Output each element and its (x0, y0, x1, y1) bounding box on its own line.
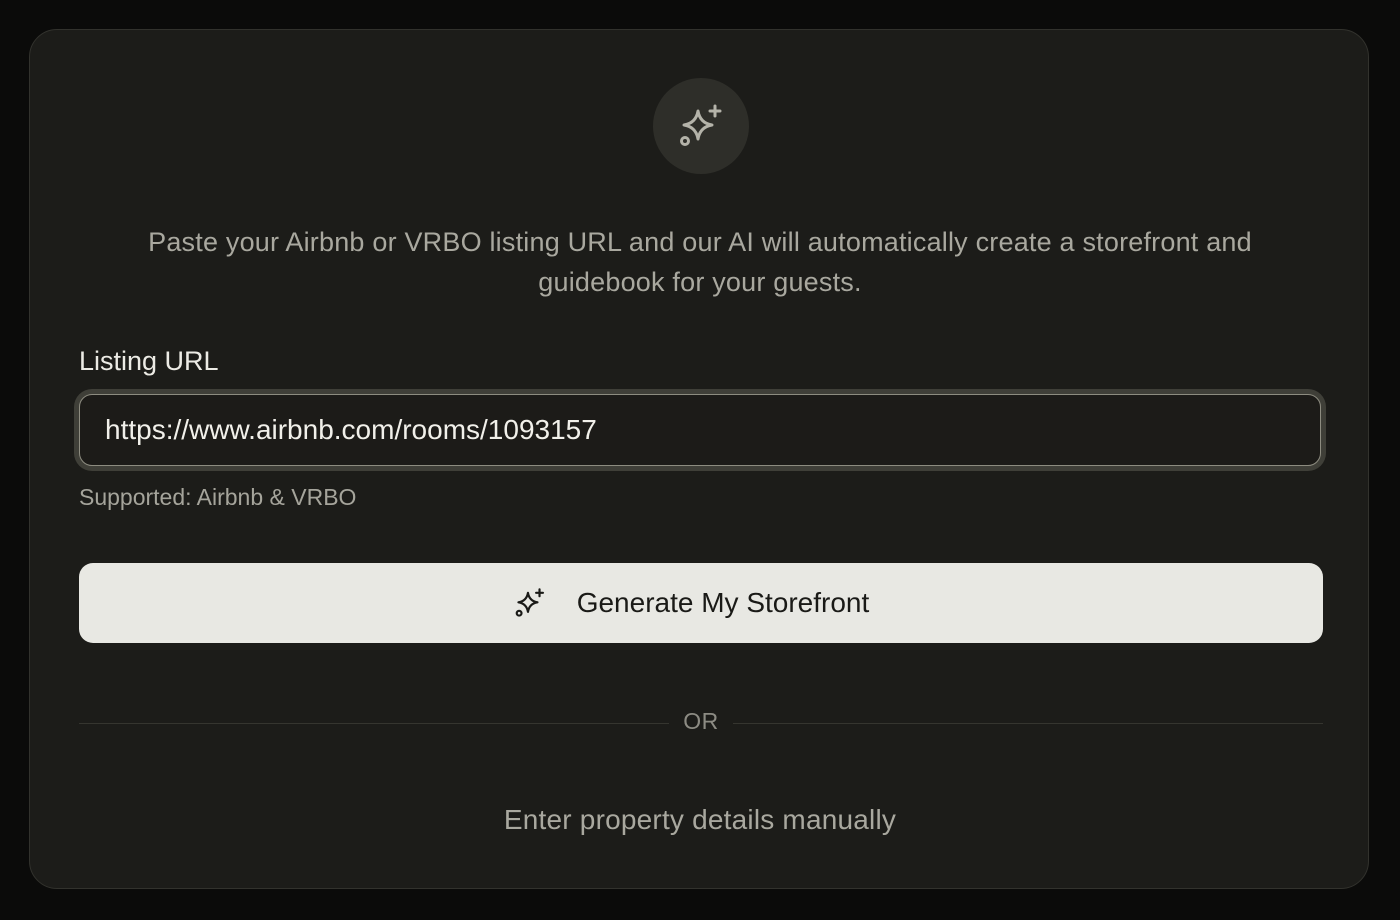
or-divider: OR (683, 708, 719, 734)
hero-icon-badge (653, 78, 749, 174)
generate-button-label: Generate My Storefront (576, 587, 870, 618)
listing-url-focus-ring (74, 389, 1326, 471)
manual-entry-link[interactable]: Enter property details manually (400, 804, 1000, 836)
divider-line-right (733, 723, 1323, 724)
sparkles-icon (680, 104, 722, 146)
supported-platforms-hint: Supported: Airbnb & VRBO (79, 484, 357, 510)
listing-url-input[interactable] (79, 394, 1321, 466)
listing-url-label: Listing URL (79, 346, 219, 376)
generate-storefront-button[interactable]: Generate My Storefront (79, 563, 1323, 643)
sparkles-icon (513, 586, 547, 620)
storefront-card: Paste your Airbnb or VRBO listing URL an… (29, 29, 1369, 889)
intro-description: Paste your Airbnb or VRBO listing URL an… (148, 227, 1252, 297)
divider-line-left (79, 723, 669, 724)
